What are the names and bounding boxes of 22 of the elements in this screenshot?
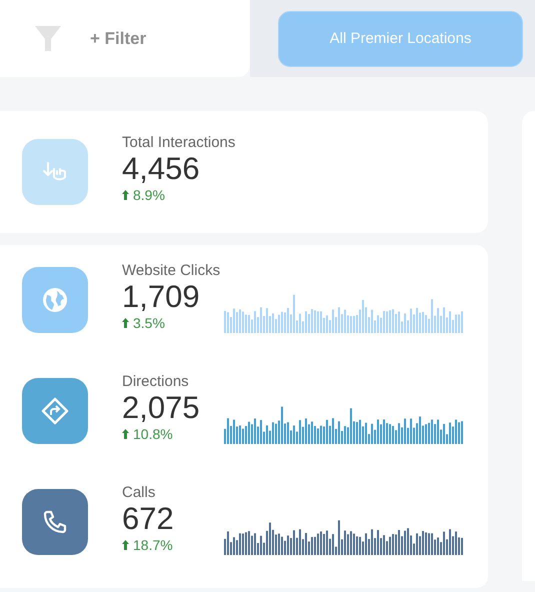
metric-value: 2,075 xyxy=(122,391,200,425)
metric-value: 4,456 xyxy=(122,152,200,186)
metric-label: Directions xyxy=(122,373,189,391)
phone-icon xyxy=(43,510,67,534)
change-percent: 3.5% xyxy=(133,314,165,332)
globe-icon xyxy=(42,287,68,313)
metric-value: 1,709 xyxy=(122,280,200,314)
filter-link[interactable]: + Filter xyxy=(90,26,146,52)
metric-label: Calls xyxy=(122,484,156,502)
metric-value: 672 xyxy=(122,502,174,536)
up-arrow-icon xyxy=(122,190,129,200)
filter-icon[interactable] xyxy=(34,25,62,52)
metric-label: Total Interactions xyxy=(122,134,236,152)
metric-label: Website Clicks xyxy=(122,262,220,280)
turn-sign-icon xyxy=(41,397,69,425)
change-percent: 8.9% xyxy=(133,186,165,204)
up-arrow-icon xyxy=(122,318,129,328)
change-percent: 18.7% xyxy=(133,536,173,554)
up-arrow-icon xyxy=(122,429,129,439)
up-arrow-icon xyxy=(122,540,129,550)
locations-button[interactable]: All Premier Locations xyxy=(278,11,523,67)
change-percent: 10.8% xyxy=(133,425,173,443)
